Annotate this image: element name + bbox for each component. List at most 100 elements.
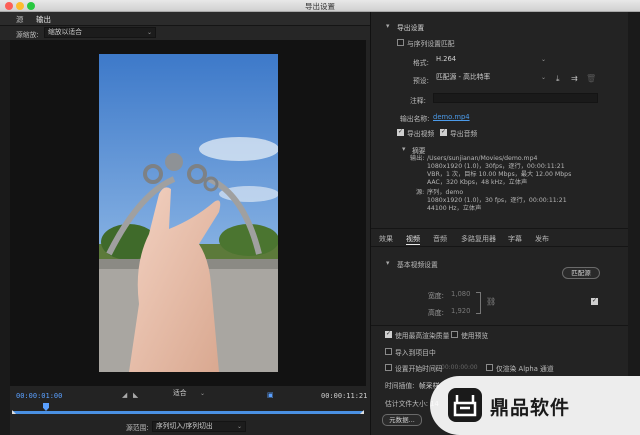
preview-tabs: 源 输出	[0, 12, 370, 27]
watermark: 鼎品软件	[430, 376, 640, 435]
start-timecode-value: 00:00:00:00	[441, 364, 478, 371]
match-sequence-label: 与序列设置匹配	[407, 40, 455, 48]
mark-in-icon[interactable]: ◢	[122, 391, 127, 399]
window-title: 导出设置	[305, 2, 335, 11]
timeline-scrubber[interactable]	[12, 402, 366, 416]
preset-label: 预设:	[413, 77, 429, 85]
max-render-quality-label: 使用最高渲染质量	[395, 332, 450, 340]
divider	[371, 325, 628, 326]
fit-frame-icon[interactable]: ▣	[267, 391, 274, 399]
source-range-select[interactable]: 序列切入/序列切出 ⌄	[152, 421, 246, 432]
tab-audio[interactable]: 音频	[433, 234, 447, 244]
format-value: H.264	[436, 55, 457, 63]
in-point-icon[interactable]	[12, 410, 16, 414]
chevron-down-icon: ⌄	[146, 29, 152, 36]
tab-captions[interactable]: 字幕	[508, 234, 522, 244]
summary-source-line: 1080x1920 (1.0)，30 fps，逐行，00:00:11:21	[427, 197, 567, 204]
export-audio-checkbox[interactable]	[440, 128, 447, 136]
export-video-checkbox[interactable]	[397, 128, 404, 136]
use-previews-label: 使用预览	[461, 332, 489, 340]
summary-output-line: /Users/sunjianan/Movies/demo.mp4	[427, 155, 538, 162]
summary-header: 摘要	[412, 147, 426, 155]
summary-source-label: 源:	[416, 189, 425, 196]
match-sequence-checkbox[interactable]	[397, 39, 404, 46]
format-select[interactable]: H.264 ⌄	[433, 55, 549, 66]
save-preset-icon[interactable]: ⤓	[556, 74, 560, 84]
out-point-icon[interactable]	[360, 410, 364, 414]
chevron-down-icon: ⌄	[540, 74, 546, 81]
render-alpha-checkbox[interactable]	[486, 364, 493, 371]
brand-logo-icon	[448, 388, 482, 422]
width-label: 宽度:	[428, 292, 444, 300]
delete-preset-icon: 🗑	[586, 74, 597, 83]
chain-link-icon[interactable]: ⛓	[486, 297, 496, 306]
timeline-controls: 00:00:01:00 ◢ ◣ 适合 ⌄ ▣ 00:00:11:21	[10, 388, 368, 402]
preset-value: 匹配源 - 高比特率	[436, 73, 491, 81]
source-scaling-row: 源缩放: 缩放以适合 ⌄	[0, 26, 370, 40]
time-interpolation-label: 时间插值:	[385, 382, 415, 390]
divider	[371, 246, 628, 247]
tab-publish[interactable]: 发布	[535, 234, 549, 244]
set-start-timecode-checkbox[interactable]	[385, 364, 392, 371]
right-edge-strip	[628, 12, 640, 435]
tab-source[interactable]: 源	[16, 14, 24, 25]
source-range-label: 源范围:	[126, 424, 149, 432]
height-label: 高度:	[428, 309, 444, 317]
chevron-down-icon: ⌄	[540, 56, 546, 63]
watermark-text: 鼎品软件	[490, 397, 571, 419]
divider	[371, 228, 628, 229]
height-value: 1,920	[451, 307, 471, 315]
collapse-triangle-icon[interactable]: ▾	[386, 259, 389, 267]
preset-select[interactable]: 匹配源 - 高比特率 ⌄	[433, 73, 549, 84]
duration-timecode: 00:00:11:21	[321, 392, 368, 400]
width-value: 1,080	[451, 290, 471, 298]
timeline-track	[12, 411, 364, 414]
comments-label: 注释:	[410, 97, 426, 105]
mark-out-icon[interactable]: ◣	[133, 391, 138, 399]
match-source-button[interactable]: 匹配源	[562, 267, 600, 279]
tab-multiplexer[interactable]: 多路复用器	[461, 234, 496, 244]
source-range-row: 源范围: 序列切入/序列切出 ⌄	[10, 418, 366, 435]
current-timecode[interactable]: 00:00:01:00	[16, 392, 62, 400]
left-gutter	[0, 12, 10, 435]
collapse-triangle-icon[interactable]: ▾	[386, 22, 389, 30]
playhead-icon[interactable]	[43, 403, 49, 411]
export-video-label: 导出视频	[407, 130, 435, 138]
source-scaling-value: 缩放以适合	[48, 28, 82, 36]
source-range-value: 序列切入/序列切出	[156, 422, 213, 430]
chevron-down-icon: ⌄	[236, 423, 242, 430]
export-settings-header: 导出设置	[397, 24, 425, 32]
set-start-timecode-label: 设置开始时间码	[395, 365, 443, 373]
comments-input[interactable]	[433, 93, 598, 103]
import-preset-icon[interactable]: ⇉	[571, 74, 578, 83]
summary-source-line: 44100 Hz，立体声	[427, 205, 482, 212]
summary-output-line: VBR，1 次，目标 10.00 Mbps，最大 12.00 Mbps	[427, 171, 572, 178]
output-name-label: 输出名称:	[400, 115, 430, 123]
chevron-down-icon: ⌄	[199, 390, 205, 397]
basic-video-header: 基本视频设置	[397, 261, 438, 269]
title-bar: 导出设置	[0, 0, 640, 12]
collapse-triangle-icon[interactable]: ▾	[402, 145, 405, 153]
link-bracket	[476, 292, 481, 314]
tab-effects[interactable]: 效果	[379, 234, 393, 244]
zoom-select[interactable]: 适合 ⌄	[170, 389, 208, 400]
import-project-checkbox[interactable]	[385, 348, 392, 355]
summary-output-label: 输出:	[410, 155, 425, 162]
max-render-quality-checkbox[interactable]	[385, 330, 392, 338]
source-scaling-label: 源缩放:	[16, 31, 39, 39]
tab-video[interactable]: 视频	[406, 234, 420, 245]
import-project-label: 导入到项目中	[395, 349, 436, 357]
video-frame-image	[99, 54, 278, 372]
render-alpha-label: 仅渲染 Alpha 通道	[496, 365, 554, 373]
export-audio-label: 导出音频	[450, 130, 478, 138]
metadata-button[interactable]: 元数据...	[382, 414, 422, 426]
format-label: 格式:	[413, 59, 429, 67]
match-dimension-checkbox[interactable]	[591, 297, 598, 305]
output-name-link[interactable]: demo.mp4	[433, 113, 470, 121]
summary-output-line: AAC，320 Kbps，48 kHz，立体声	[427, 179, 528, 186]
source-scaling-select[interactable]: 缩放以适合 ⌄	[44, 27, 156, 38]
use-previews-checkbox[interactable]	[451, 331, 458, 338]
summary-output-line: 1080x1920 (1.0)，30fps，逐行，00:00:11:21	[427, 163, 565, 170]
summary-source-line: 序列，demo	[427, 189, 464, 196]
zoom-value: 适合	[173, 389, 187, 397]
